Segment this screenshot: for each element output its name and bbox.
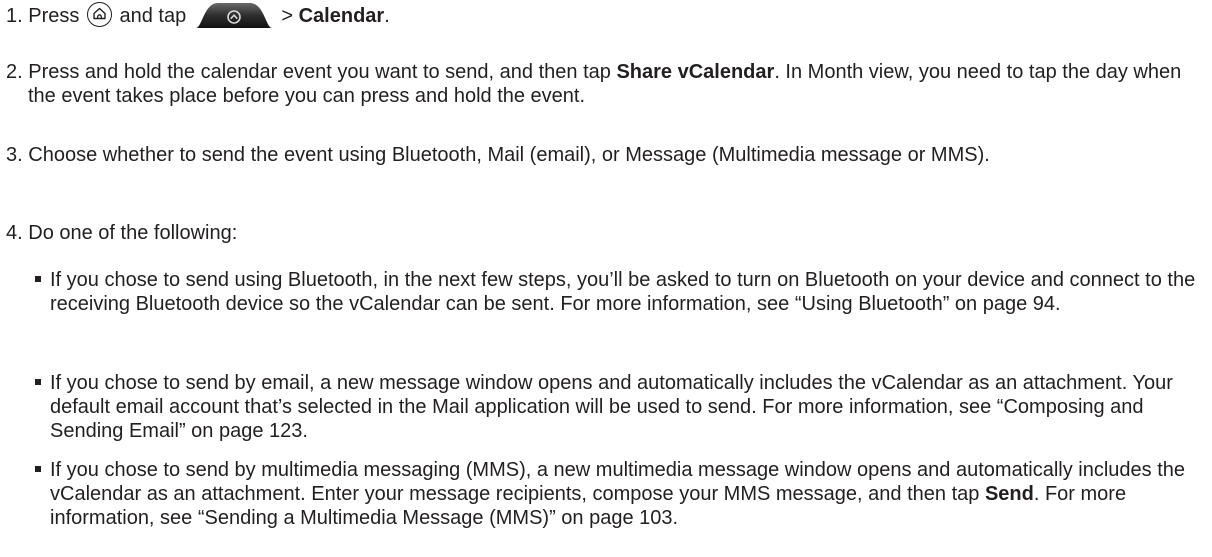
all-apps-tab-icon: [195, 2, 272, 28]
step-text: Press and hold the calendar event you wa…: [28, 61, 611, 83]
bullet-bold: Send: [984, 483, 1034, 505]
step-number: 1.: [6, 5, 23, 27]
step-1: 1. Press and tap > Calendar.: [6, 2, 1206, 28]
bullet-text: If you chose to send by email, a new mes…: [50, 372, 1173, 442]
step-text: Press: [28, 5, 80, 27]
bullet-icon: [35, 466, 41, 473]
step-text: and tap: [119, 5, 187, 27]
step-4: 4. Do one of the following:: [6, 221, 1206, 245]
step-target: Calendar: [298, 5, 385, 27]
step-number: 4.: [6, 222, 23, 244]
bullet-text: If you chose to send using Bluetooth, in…: [50, 269, 1196, 315]
step-text: Do one of the following:: [28, 222, 238, 244]
step-3: 3. Choose whether to send the event usin…: [6, 143, 1206, 167]
step-bold: Share vCalendar: [616, 61, 775, 83]
home-icon: [86, 2, 112, 28]
step-2: 2. Press and hold the calendar event you…: [6, 60, 1206, 108]
list-item: If you chose to send using Bluetooth, in…: [30, 268, 1206, 316]
step-number: 2.: [6, 61, 23, 83]
step-text: Choose whether to send the event using B…: [28, 144, 990, 166]
step-end: .: [384, 5, 390, 27]
step-number: 3.: [6, 144, 23, 166]
bullet-icon: [35, 379, 41, 386]
step-arrow: >: [281, 5, 294, 27]
bullet-icon: [35, 276, 41, 283]
list-item: If you chose to send by multimedia messa…: [30, 458, 1206, 530]
list-item: If you chose to send by email, a new mes…: [30, 371, 1206, 443]
